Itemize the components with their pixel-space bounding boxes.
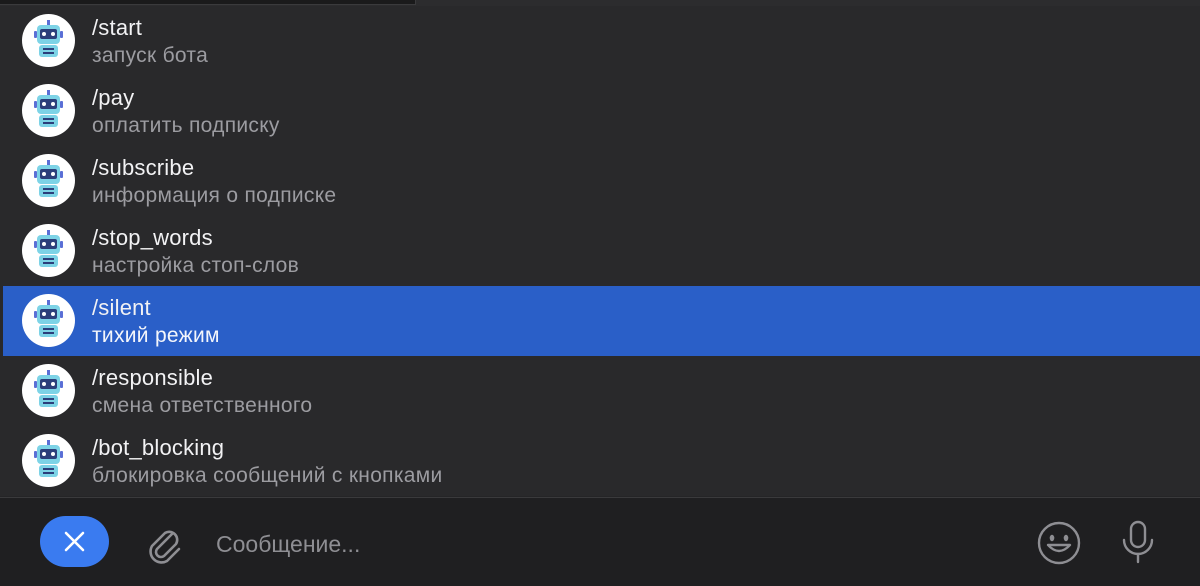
message-composer: [0, 498, 1200, 586]
robot-avatar-icon: [22, 84, 75, 137]
command-item-stop-words[interactable]: /stop_words настройка стоп-слов: [3, 216, 1200, 286]
command-item-subscribe[interactable]: /subscribe информация о подписке: [3, 146, 1200, 216]
command-name: /start: [92, 15, 143, 40]
command-description: блокировка сообщений с кнопками: [92, 464, 443, 487]
top-strip-notch: [0, 0, 416, 5]
paperclip-icon: [149, 530, 181, 564]
command-description: тихий режим: [92, 324, 220, 347]
robot-avatar-icon: [22, 14, 75, 67]
command-description: настройка стоп-слов: [92, 254, 300, 277]
robot-avatar-icon: [22, 224, 75, 277]
command-name: /subscribe: [92, 155, 195, 180]
command-item-silent[interactable]: /silent тихий режим: [3, 286, 1200, 356]
close-icon: [64, 531, 85, 552]
robot-avatar-icon: [22, 364, 75, 417]
command-name: /bot_blocking: [92, 435, 225, 460]
command-item-start[interactable]: /start запуск бота: [3, 6, 1200, 76]
robot-avatar-icon: [22, 294, 75, 347]
command-name: /silent: [92, 295, 151, 320]
microphone-icon: [1122, 520, 1154, 564]
voice-record-button[interactable]: [1118, 518, 1158, 566]
command-name: /stop_words: [92, 225, 213, 250]
close-commands-button[interactable]: [40, 516, 109, 567]
emoji-button[interactable]: [1036, 520, 1082, 566]
command-name: /pay: [92, 85, 135, 110]
command-description: смена ответственного: [92, 394, 313, 417]
robot-avatar-icon: [22, 434, 75, 487]
app-window: /start запуск бота /pay оплатить подписк…: [0, 0, 1200, 586]
bot-commands-list: /start запуск бота /pay оплатить подписк…: [0, 6, 1200, 496]
attach-button[interactable]: [142, 522, 186, 566]
message-input[interactable]: [216, 524, 976, 564]
emoji-icon: [1037, 521, 1081, 565]
command-name: /responsible: [92, 365, 214, 390]
command-item-bot-blocking[interactable]: /bot_blocking блокировка сообщений с кно…: [3, 426, 1200, 496]
robot-avatar-icon: [22, 154, 75, 207]
command-item-responsible[interactable]: /responsible смена ответственного: [3, 356, 1200, 426]
command-item-pay[interactable]: /pay оплатить подписку: [3, 76, 1200, 146]
command-description: оплатить подписку: [92, 114, 280, 137]
command-description: запуск бота: [92, 44, 209, 67]
command-description: информация о подписке: [92, 184, 337, 207]
